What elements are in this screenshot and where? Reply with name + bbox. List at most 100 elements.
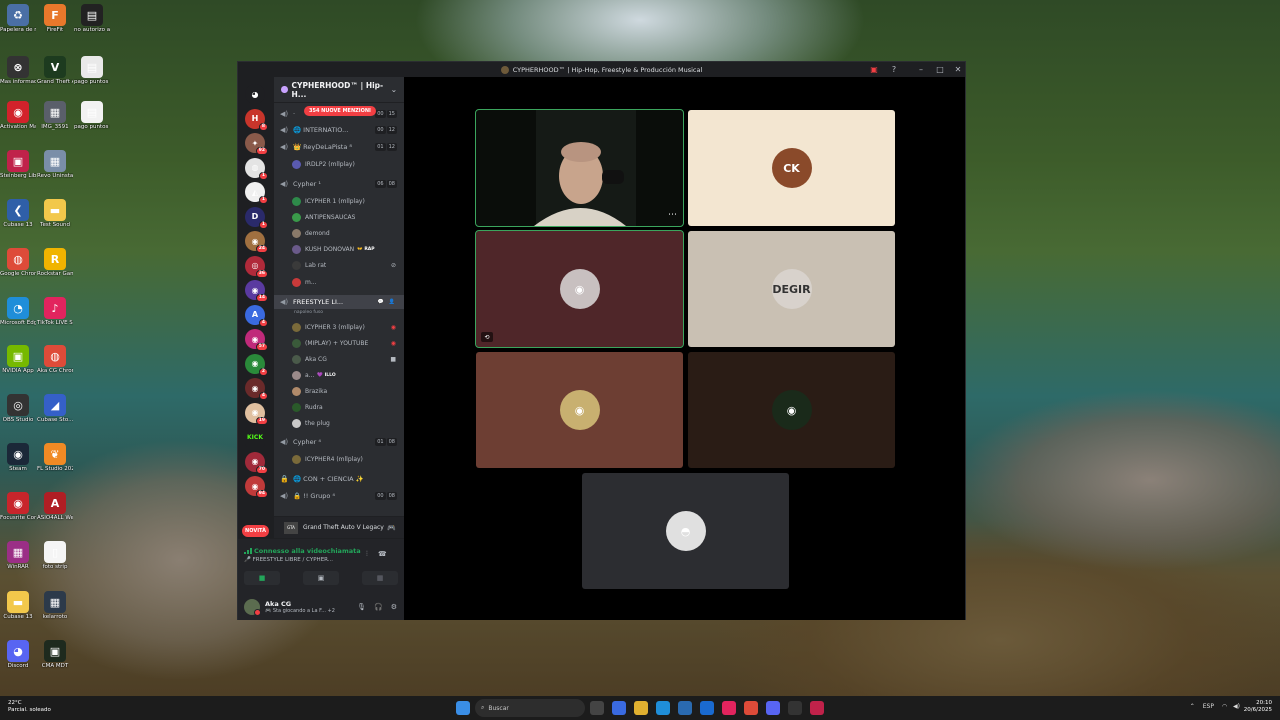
server-icon[interactable]: ◉ 70	[245, 451, 268, 474]
desktop-icon[interactable]: ♪TikTok LIVE Studio	[37, 297, 73, 326]
participant-tile[interactable]: CK⟲	[688, 110, 895, 226]
locked-channel[interactable]: 🔒 🌐 CON + CIENCIA ✨	[274, 472, 404, 486]
outlook-icon[interactable]	[700, 701, 714, 715]
controller-icon[interactable]: 🎮	[387, 524, 396, 532]
desktop-icon[interactable]: AASIO4ALL Web Site	[37, 492, 73, 521]
desktop-icon[interactable]: F FireFit	[37, 4, 73, 33]
new-servers-pill[interactable]: NOVITÀ	[242, 525, 269, 537]
desktop-icon[interactable]: ▤pago puntos de orga	[74, 101, 110, 130]
server-icon[interactable]: ◭ 1	[245, 182, 268, 204]
noise-suppression-icon[interactable]: ⫶	[366, 550, 368, 558]
lang-indicator[interactable]: ESP	[1203, 703, 1214, 710]
desktop-icon[interactable]: ◕ Discord	[0, 640, 36, 669]
store-icon[interactable]	[678, 701, 692, 715]
desktop-icon[interactable]: ◍Aka CG Chrome	[37, 345, 73, 374]
desktop-icon[interactable]: ◉Activation Manager	[0, 101, 36, 130]
screen-share-button[interactable]: ▣	[303, 571, 339, 585]
voice-channel[interactable]: ◀) 👑 ReyDeLaPista ⁸ 01 12	[274, 140, 404, 154]
participant-tile[interactable]: ◓	[582, 473, 789, 589]
server-icon[interactable]: ✦ 92	[245, 133, 268, 155]
server-icon[interactable]: ◉ 94	[245, 476, 268, 498]
voice-user[interactable]: the plug	[292, 417, 404, 431]
add-user-icon[interactable]: 👤	[387, 298, 397, 306]
desktop-icon[interactable]: ▦ WinRAR	[0, 541, 36, 570]
voice-channel-active[interactable]: ◀) FREESTYLE LI... 💬 👤	[274, 295, 404, 309]
maximize-button[interactable]: □	[931, 62, 949, 77]
voice-user[interactable]: IRDLP2 (mllplay)	[292, 157, 404, 171]
participant-tile[interactable]: DEGIR	[688, 231, 895, 347]
voice-user[interactable]: Lab rat ⊘	[292, 259, 404, 273]
server-icon[interactable]: ◎ 36	[245, 255, 268, 278]
voice-user[interactable]: demond	[292, 226, 404, 240]
system-tray[interactable]: ⌃ ESP ◠ ◀)	[1190, 703, 1240, 710]
desktop-icon[interactable]: VGrand Theft Auto V Le...	[37, 56, 73, 85]
voice-user[interactable]: ICYPHER 1 (mllplay)	[292, 194, 404, 208]
wifi-icon[interactable]: ◠	[1222, 703, 1227, 710]
server-icon[interactable]: A4	[245, 304, 268, 327]
tiktok-icon[interactable]	[722, 701, 736, 715]
mentions-badge[interactable]: 354 NUOVE MENZIONI	[304, 106, 376, 116]
chat-icon[interactable]: 💬	[376, 298, 386, 306]
desktop-icon[interactable]: ▣ CMA MDT	[37, 640, 73, 669]
voice-user[interactable]: Aka CG ■	[292, 352, 404, 366]
participant-tile[interactable]: ◉	[688, 352, 895, 468]
task-view-icon[interactable]	[590, 701, 604, 715]
voice-channel[interactable]: ◀) Cypher ⁴ 01 08	[274, 435, 404, 449]
chevron-up-icon[interactable]: ⌃	[1190, 703, 1195, 710]
file-explorer-icon[interactable]	[634, 701, 648, 715]
desktop-icon[interactable]: ▦ kelarroto	[37, 591, 73, 620]
desktop-icon[interactable]: ◍Google Chrome	[0, 248, 36, 277]
server-icon[interactable]: ◉ 19	[245, 402, 268, 425]
search-box[interactable]: ⌕ Buscar	[475, 699, 585, 717]
desktop-icon[interactable]: ▯ foto strip	[37, 541, 73, 570]
voice-user[interactable]: ICYPHER4 (mllplay)	[292, 452, 404, 466]
voice-user[interactable]: (MIPLAY) + YOUTUBE ◉	[292, 336, 404, 350]
gear-icon[interactable]: ⚙	[391, 603, 397, 611]
camera-button[interactable]: ■	[244, 571, 280, 585]
desktop-icon[interactable]: ▬ Cubase 13	[0, 591, 36, 620]
weather-widget[interactable]: 22°C Parcial. soleado	[8, 700, 51, 714]
desktop-icon[interactable]: ▤pago puntos de orga	[74, 56, 110, 85]
desktop-icon[interactable]: ◢ Cubase Sto...	[37, 394, 73, 423]
participant-tile[interactable]: ◉ ⟲	[475, 230, 684, 348]
close-button[interactable]: ✕	[949, 62, 967, 77]
avatar[interactable]	[244, 598, 261, 616]
volume-icon[interactable]: ◀)	[1233, 703, 1240, 710]
desktop-icon[interactable]: ▣Steinberg Library...	[0, 150, 36, 179]
more-options-icon[interactable]: ⋯	[668, 210, 677, 220]
server-icon[interactable]: D1	[245, 206, 268, 229]
copilot-icon[interactable]	[612, 701, 626, 715]
inbox-icon[interactable]: ▣	[865, 62, 883, 77]
minimize-button[interactable]: –	[912, 62, 930, 77]
desktop-icon[interactable]: ◉Focusrite Control 2	[0, 492, 36, 521]
desktop-icon[interactable]: ▬ Test Sound	[37, 199, 73, 228]
server-icon[interactable]: ◕	[245, 84, 265, 104]
microphone-icon[interactable]: 🎙	[357, 603, 366, 611]
desktop-icon[interactable]: ❦FL Studio 2024	[37, 443, 73, 472]
voice-user[interactable]: Brazika	[292, 384, 404, 398]
activity-button[interactable]: ▦	[362, 571, 398, 585]
server-icon[interactable]: ◉ 24	[245, 231, 268, 253]
video-tile[interactable]: ⋯	[475, 109, 684, 227]
desktop-icon[interactable]: ▦ IMG_3591	[37, 101, 73, 130]
server-icon[interactable]: ◉ 14	[245, 280, 268, 302]
voice-channel[interactable]: ◀) Cypher ¹ 06 08	[274, 177, 404, 191]
chrome-icon[interactable]	[744, 701, 758, 715]
desktop-icon[interactable]: ▤no autorizo ai.txt	[74, 4, 110, 33]
voice-channel-name[interactable]: 🎤 FREESTYLE LIBRE / CYPHER...	[244, 557, 333, 563]
edge-icon[interactable]	[656, 701, 670, 715]
start-icon[interactable]	[456, 701, 470, 715]
voice-status[interactable]: Connesso alla videochiamata	[254, 547, 361, 555]
voice-user[interactable]: m...	[292, 275, 404, 289]
voice-channel[interactable]: ◀) 🌐 INTERNATIO... 00 12	[274, 123, 404, 137]
user-info[interactable]: Aka CG 🎮 Sta giocando a La F... +2	[265, 600, 335, 614]
server-icon[interactable]: ◉ 57	[245, 329, 268, 351]
desktop-icon[interactable]: RRockstar Games...	[37, 248, 73, 277]
voice-user[interactable]: Rudra	[292, 401, 404, 415]
headphones-icon[interactable]: 🎧	[374, 603, 383, 611]
clock[interactable]: 20:10 20/6/2025	[1244, 700, 1272, 714]
voice-user[interactable]: KUSH DONOVAN 👐 RAP	[292, 243, 404, 257]
desktop-icon[interactable]: ▣ NVIDIA App	[0, 345, 36, 374]
desktop-icon[interactable]: ⊗Mas informacion	[0, 56, 36, 85]
desktop-icon[interactable]: ❮ Cubase 13	[0, 199, 36, 228]
